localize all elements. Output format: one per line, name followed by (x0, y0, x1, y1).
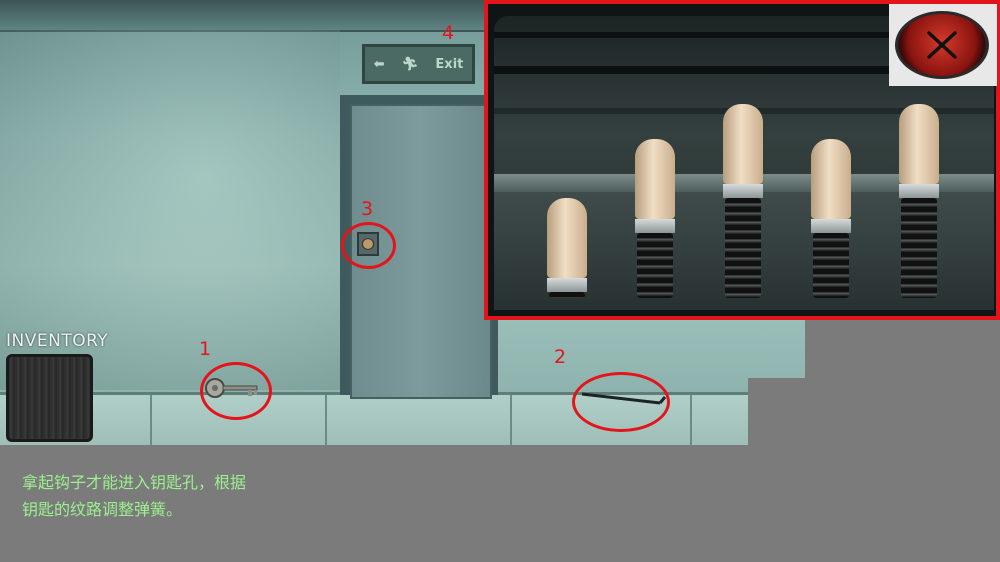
lock-pin-3[interactable] (723, 104, 763, 298)
running-man-icon: 🏃︎ (401, 56, 419, 72)
exit-sign[interactable]: ⬅ 🏃︎ Exit (362, 44, 475, 84)
close-panel-area (889, 4, 997, 86)
floor (0, 392, 805, 445)
pin-head (723, 104, 763, 184)
pin-head (899, 104, 939, 184)
pin-spring (901, 198, 937, 298)
arrow-left-icon: ⬅ (373, 56, 385, 72)
inventory-slot[interactable] (6, 354, 93, 442)
pin-collar (723, 184, 763, 198)
pin-head (635, 139, 675, 219)
pin-collar (635, 219, 675, 233)
scene-cutout (748, 378, 805, 445)
pin-collar (811, 219, 851, 233)
marker-2: 2 (554, 346, 567, 368)
pin-spring (813, 233, 849, 298)
exit-sign-text: Exit (435, 56, 464, 72)
inventory-label: INVENTORY (6, 331, 109, 351)
floor-seam (150, 395, 152, 445)
lock-pin-4[interactable] (811, 139, 851, 298)
pin-collar (547, 278, 587, 292)
pin-head (811, 139, 851, 219)
hint-caption: 拿起钩子才能进入钥匙孔，根据 钥匙的纹路调整弹簧。 (22, 469, 382, 523)
marker-4: 4 (442, 22, 455, 44)
floor-seam (510, 395, 512, 445)
pin-spring (637, 233, 673, 298)
highlight-circle-keyhole (341, 222, 396, 269)
marker-3: 3 (361, 198, 374, 220)
hint-line-1: 拿起钩子才能进入钥匙孔，根据 (22, 473, 247, 492)
floor-seam (690, 395, 692, 445)
close-button[interactable] (895, 11, 989, 79)
lock-pin-5[interactable] (899, 104, 939, 298)
pin-spring (725, 198, 761, 298)
lock-pin-1[interactable] (547, 198, 587, 298)
lock-pin-2[interactable] (635, 139, 675, 298)
pin-head (547, 198, 587, 278)
marker-1: 1 (199, 338, 212, 360)
floor-seam (325, 395, 327, 445)
hint-line-2: 钥匙的纹路调整弹簧。 (22, 500, 183, 519)
close-x-icon (927, 31, 957, 59)
pin-spring (549, 292, 585, 298)
highlight-circle-key (200, 362, 272, 420)
highlight-circle-hook (572, 372, 670, 432)
pin-collar (899, 184, 939, 198)
